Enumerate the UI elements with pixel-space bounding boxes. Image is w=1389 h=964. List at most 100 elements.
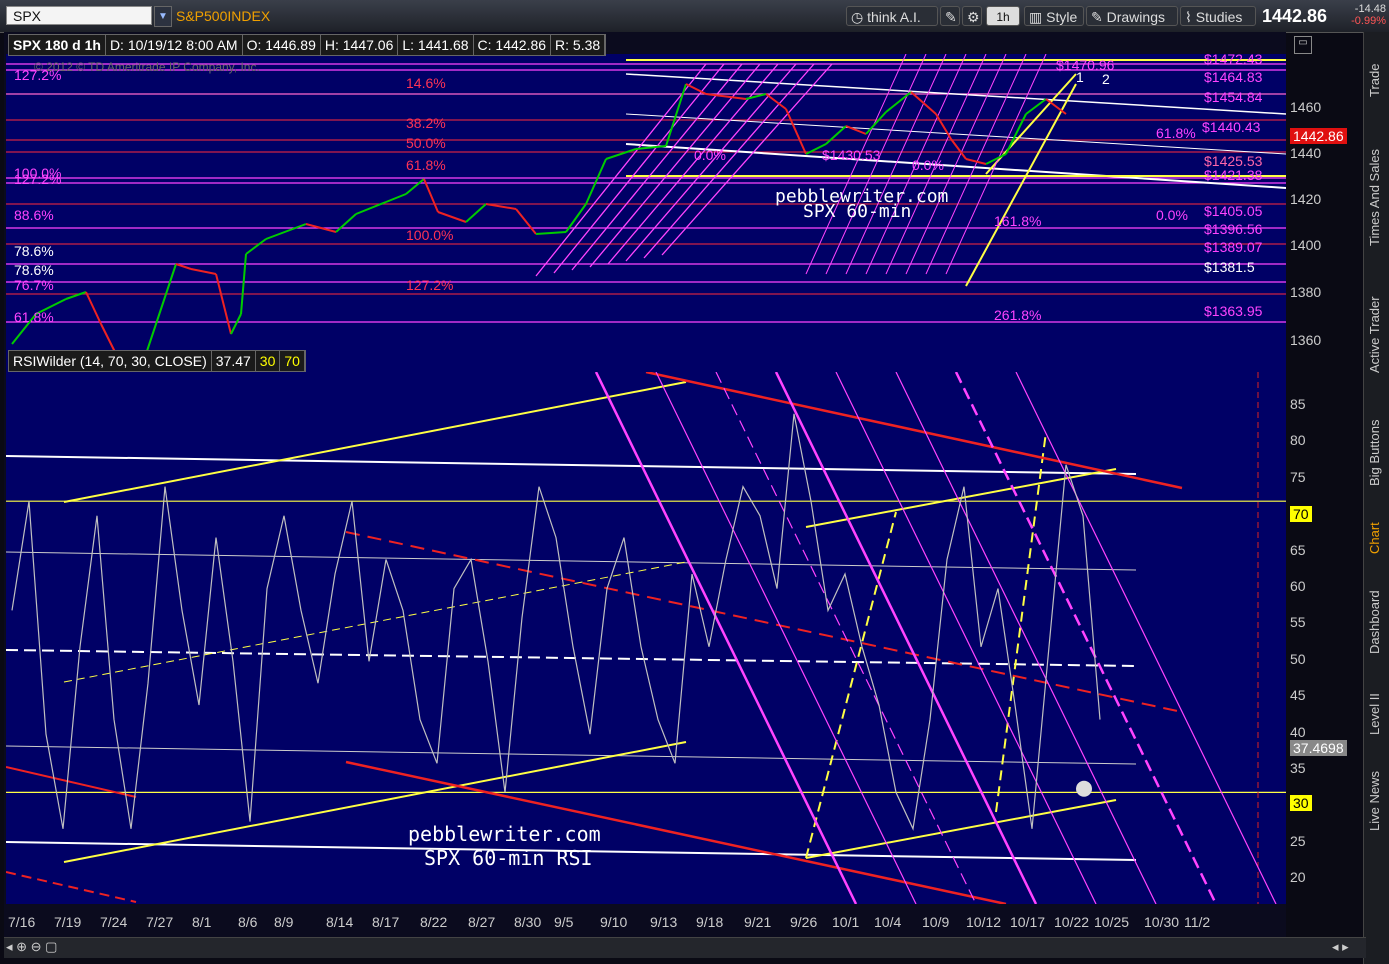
x-axis-label: 8/27 — [468, 914, 496, 930]
sidebar-tab-chart[interactable]: Chart — [1367, 512, 1387, 564]
x-axis-label: 8/1 — [192, 914, 212, 930]
fib-misc-label: 2 — [1102, 71, 1110, 87]
rsi-value-tag: 37.4698 — [1290, 740, 1347, 756]
fib-price-label: $1381.5 — [1204, 259, 1255, 275]
rsi-70-tag: 70 — [1290, 506, 1312, 522]
rsi-yellow-trend — [63, 381, 687, 503]
fib-mid-label: 14.6% — [406, 75, 446, 91]
sidebar-tab-dashboard[interactable]: Dashboard — [1367, 572, 1387, 672]
rsi-axis-label: 35 — [1290, 760, 1306, 776]
price-pane[interactable]: 127.2% 100.0% 127.2% 88.6% 78.6% 78.6% 76.7% 61… — [6, 54, 1286, 374]
x-axis-label: 9/18 — [696, 914, 724, 930]
x-axis-label: 8/9 — [274, 914, 294, 930]
fib-mid-label: 100.0% — [406, 227, 453, 243]
fib-price-label: $1454.84 — [1204, 89, 1263, 105]
fib-price-label: $1396.56 — [1204, 221, 1263, 237]
rsi-axis-label: 60 — [1290, 578, 1306, 594]
bottom-scrollbar[interactable]: ◂ ⊕ ⊖ ▢ ◂ ▸ — [4, 937, 1366, 958]
style-icon: ▥ — [1029, 9, 1047, 25]
fib-misc-label: 0.0% — [694, 147, 726, 163]
price-candle-segment — [437, 211, 467, 223]
rsi-axis-label: 75 — [1290, 468, 1306, 485]
x-axis-label: 9/5 — [554, 914, 574, 930]
x-axis-label: 10/9 — [922, 914, 950, 930]
rsi-white-trend — [6, 649, 1137, 667]
price-chart-svg: 127.2%100.0%127.2%88.6%78.6%78.6%76.7%61… — [6, 54, 1286, 355]
scroll-arrows-icon[interactable]: ◂ ▸ — [1332, 939, 1349, 955]
fib-left-label: 88.6% — [14, 207, 54, 223]
x-axis-label: 10/17 — [1010, 914, 1046, 930]
sidebar-tab-trade[interactable]: Trade — [1367, 40, 1387, 120]
right-sidebar: Trade Times And Sales Active Trader Big … — [1363, 32, 1389, 964]
fib-price-label: $1363.95 — [1204, 303, 1263, 319]
pencil-icon: ✎ — [1091, 9, 1107, 25]
x-axis-label: 10/22 — [1054, 914, 1090, 930]
price-candle-segment — [885, 91, 912, 113]
x-axis-label: 8/6 — [238, 914, 258, 930]
rsi-pane[interactable] — [6, 372, 1286, 904]
price-candle-segment — [265, 223, 307, 240]
zoom-in-icon[interactable]: ◂ ⊕ ⊖ ▢ — [6, 939, 57, 955]
bar-low: L: 1441.68 — [398, 35, 474, 55]
price-axis-label: 1380 — [1290, 284, 1322, 300]
fib-left-label: 78.6% — [14, 243, 54, 259]
wrench-icon[interactable]: ✎ — [940, 6, 960, 26]
x-axis-label: 9/21 — [744, 914, 772, 930]
x-axis-label: 8/22 — [420, 914, 448, 930]
rsi-value: 37.47 — [212, 351, 256, 371]
price-candle-segment — [335, 213, 357, 233]
price-candle-segment — [245, 238, 267, 255]
sidebar-tab-times-and-sales[interactable]: Times And Sales — [1367, 124, 1387, 270]
rsi-marker-dot — [1076, 780, 1092, 797]
sidebar-tab-live-news[interactable]: Live News — [1367, 758, 1387, 844]
price-candle-segment — [230, 313, 242, 335]
sidebar-tab-active-trader[interactable]: Active Trader — [1367, 278, 1387, 392]
fib-price-label: $1389.07 — [1204, 239, 1263, 255]
price-axis-label: 1360 — [1290, 332, 1322, 348]
settings-icon[interactable]: ⚙ — [962, 6, 982, 26]
fib-left-label: 61.8% — [14, 309, 54, 325]
x-axis-label: 11/2 — [1184, 914, 1211, 930]
fib-left-label: 76.7% — [14, 277, 54, 293]
x-axis-label: 7/19 — [54, 914, 82, 930]
magenta-channel-line — [945, 54, 1047, 275]
rsi-axis-label: 85 — [1290, 396, 1306, 412]
magenta-channel-line — [661, 63, 833, 256]
price-candle-segment — [215, 273, 232, 335]
change-values: -14.48 -0.99% — [1351, 3, 1386, 27]
timeframe-button[interactable]: 1h — [986, 6, 1020, 26]
rsi-axis-label: 20 — [1290, 869, 1306, 886]
copyright-text: © 2012 © TD Ameritrade IP Company, Inc. — [34, 60, 260, 74]
studies-button[interactable]: ⌇ Studies — [1180, 6, 1256, 26]
rsi-magenta-channel — [1015, 372, 1277, 904]
rsi-header: RSIWilder (14, 70, 30, CLOSE) 37.47 30 70 — [8, 350, 306, 372]
fib-mid-label: 38.2% — [406, 115, 446, 131]
sidebar-tab-big-buttons[interactable]: Big Buttons — [1367, 398, 1387, 508]
price-candle-segment — [745, 93, 767, 100]
rsi-white-trend — [6, 455, 1137, 475]
price-header: SPX 180 d 1h D: 10/19/12 8:00 AM O: 1446.8… — [8, 34, 607, 56]
sidebar-tab-level-ii[interactable]: Level II — [1367, 676, 1387, 752]
rsi-axis-label: 40 — [1290, 723, 1306, 740]
bar-high: H: 1447.06 — [321, 35, 399, 55]
x-axis-label: 10/25 — [1094, 914, 1130, 930]
fib-price-label: $1464.83 — [1204, 69, 1263, 85]
think-ai-button[interactable]: ◷ think A.I. — [846, 6, 938, 26]
symbol-input[interactable]: SPX — [6, 6, 152, 25]
symbol-dropdown-button[interactable]: ▼ — [154, 6, 172, 27]
chart-spec: SPX 180 d 1h — [9, 35, 106, 55]
rsi-overbought: 70 — [280, 351, 305, 371]
style-button[interactable]: ▥ Style — [1024, 6, 1084, 26]
magenta-channel-line — [643, 63, 815, 259]
price-candle-segment — [175, 263, 192, 270]
drawings-button[interactable]: ✎ Drawings — [1086, 6, 1178, 26]
rsi-axis-label: 65 — [1290, 541, 1306, 558]
price-candle-segment — [423, 178, 439, 213]
bar-close: C: 1442.86 — [474, 35, 552, 55]
fib-price-label: $1440.43 — [1202, 119, 1261, 135]
price-candle-segment — [145, 293, 167, 355]
price-candle-segment — [950, 138, 967, 160]
price-candle-segment — [865, 111, 887, 135]
maximize-icon[interactable]: ▭ — [1294, 36, 1312, 54]
price-candle-segment — [910, 91, 937, 115]
